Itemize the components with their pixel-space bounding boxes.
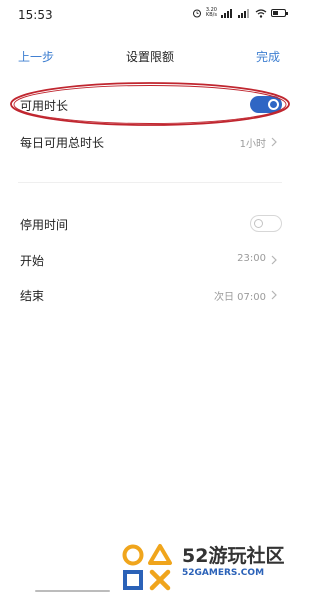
- downtime-row[interactable]: 停用时间: [0, 209, 300, 239]
- chevron-right-icon: [271, 255, 277, 265]
- net-speed: 3.20 KB/s: [206, 8, 217, 18]
- toggle-knob: [268, 99, 279, 110]
- alarm-icon: [192, 9, 201, 18]
- status-bar: 15:53 3.20 KB/s: [0, 0, 300, 28]
- toggle-knob: [254, 219, 263, 228]
- watermark-domain: 52GAMERS.COM: [182, 568, 265, 578]
- navbar: 上一步 设置限额 完成: [0, 44, 300, 68]
- end-value: 次日 07:00: [214, 292, 266, 303]
- downtime-toggle[interactable]: [250, 215, 282, 232]
- start-value: 23:00: [237, 253, 266, 264]
- battery-icon: [271, 9, 288, 17]
- daily-total-row[interactable]: 每日可用总时长 1小时: [0, 127, 300, 157]
- chevron-right-icon: [271, 137, 277, 147]
- end-row[interactable]: 结束 次日 07:00: [0, 280, 300, 310]
- end-label: 结束: [20, 289, 45, 303]
- done-button[interactable]: 完成: [256, 48, 280, 65]
- usable-duration-label: 可用时长: [20, 99, 69, 113]
- chevron-right-icon: [271, 290, 277, 300]
- watermark-logo: 52游玩社区 52GAMERS.COM: [120, 540, 300, 596]
- usable-duration-row[interactable]: 可用时长: [0, 90, 300, 120]
- battery-fill: [273, 11, 278, 15]
- start-row[interactable]: 开始 23:00: [0, 245, 300, 275]
- daily-total-value: 1小时: [239, 139, 266, 150]
- signal-icon-2: [238, 8, 249, 18]
- downtime-label: 停用时间: [20, 218, 69, 232]
- net-speed-unit: KB/s: [205, 12, 217, 18]
- home-indicator[interactable]: [35, 590, 110, 592]
- section-divider: [18, 182, 282, 183]
- status-icons: 3.20 KB/s: [192, 8, 288, 18]
- wifi-icon: [255, 8, 267, 18]
- daily-total-label: 每日可用总时长: [20, 136, 105, 150]
- watermark-emblem-icon: [122, 544, 172, 591]
- status-time: 15:53: [18, 8, 53, 22]
- signal-icon: [221, 8, 232, 18]
- usable-duration-toggle[interactable]: [250, 96, 282, 113]
- start-label: 开始: [20, 254, 45, 268]
- watermark-brand: 52游玩社区: [182, 545, 285, 567]
